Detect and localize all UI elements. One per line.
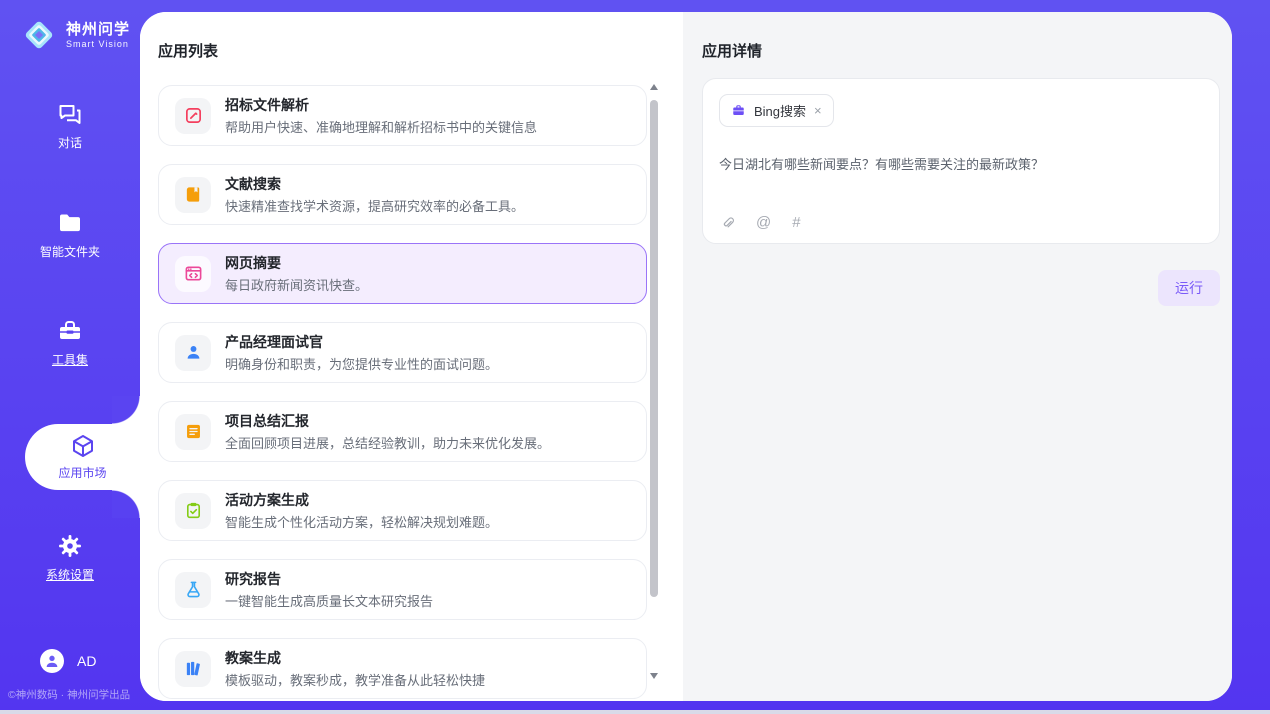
app-card-description: 全面回顾项目进展，总结经验教训，助力未来优化发展。	[225, 433, 550, 452]
prompt-card: Bing搜索 × 今日湖北有哪些新闻要点？有哪些需要关注的最新政策？ @ #	[702, 78, 1220, 244]
brand-diamond-icon	[20, 16, 58, 54]
sidebar-item-smart-folder[interactable]: 智能文件夹	[0, 210, 140, 260]
app-detail-panel: 应用详情 Bing搜索 × 今日湖北有哪些新闻要点？有哪些需要关注的最新政策？ …	[683, 12, 1232, 701]
sidebar-item-toolset[interactable]: 工具集	[0, 318, 140, 368]
app-card-title: 项目总结汇报	[225, 412, 550, 430]
mention-icon[interactable]: @	[756, 215, 771, 230]
sidebar-item-app-market[interactable]: 应用市场	[25, 424, 140, 490]
sidebar-item-label: 对话	[58, 134, 82, 151]
sidebar-item-label: 工具集	[52, 351, 88, 368]
app-card-description: 帮助用户快速、准确地理解和解析招标书中的关键信息	[225, 117, 537, 136]
chat-icon	[57, 101, 83, 127]
app-card-description: 明确身份和职责，为您提供专业性的面试问题。	[225, 354, 498, 373]
brand-subtitle: Smart Vision	[66, 39, 130, 49]
app-detail-title: 应用详情	[702, 40, 1220, 61]
app-card[interactable]: 文献搜索快速精准查找学术资源，提高研究效率的必备工具。	[158, 164, 647, 225]
main-content: 应用列表 招标文件解析帮助用户快速、准确地理解和解析招标书中的关键信息文献搜索快…	[140, 12, 1232, 701]
app-list-panel: 应用列表 招标文件解析帮助用户快速、准确地理解和解析招标书中的关键信息文献搜索快…	[140, 12, 683, 701]
tool-chip-label: Bing搜索	[754, 101, 806, 120]
app-card-title: 网页摘要	[225, 254, 368, 272]
app-card[interactable]: 研究报告一键智能生成高质量长文本研究报告	[158, 559, 647, 620]
run-button[interactable]: 运行	[1158, 270, 1220, 306]
report-note-icon	[175, 414, 211, 450]
sidebar-item-settings[interactable]: 系统设置	[0, 533, 140, 583]
attachment-icon[interactable]	[720, 215, 735, 230]
active-tab-curve-bottom	[112, 490, 140, 518]
app-card-description: 智能生成个性化活动方案，轻松解决规划难题。	[225, 512, 498, 531]
toolbox-icon	[57, 318, 83, 344]
interviewer-icon	[175, 335, 211, 371]
tool-chip-bing-search[interactable]: Bing搜索 ×	[719, 94, 834, 127]
user-account[interactable]: AD	[40, 649, 96, 673]
sidebar-item-label: 应用市场	[58, 464, 106, 481]
app-card-description: 一键智能生成高质量长文本研究报告	[225, 591, 433, 610]
app-card-list: 招标文件解析帮助用户快速、准确地理解和解析招标书中的关键信息文献搜索快速精准查找…	[158, 85, 647, 701]
gear-icon	[57, 533, 83, 559]
sidebar-item-label: 智能文件夹	[40, 243, 100, 260]
books-icon	[175, 651, 211, 687]
active-tab-curve-top	[112, 396, 140, 424]
app-list-scrollbar	[650, 82, 658, 681]
scroll-down-icon[interactable]	[650, 673, 658, 679]
research-icon	[175, 572, 211, 608]
sidebar: 神州问学 Smart Vision 对话 智能文件夹 工具集 应用市场	[0, 0, 140, 714]
app-card-description: 每日政府新闻资讯快查。	[225, 275, 368, 294]
query-input[interactable]: 今日湖北有哪些新闻要点？有哪些需要关注的最新政策？	[719, 154, 1203, 173]
app-card[interactable]: 活动方案生成智能生成个性化活动方案，轻松解决规划难题。	[158, 480, 647, 541]
app-card-title: 产品经理面试官	[225, 333, 498, 351]
brand-logo: 神州问学 Smart Vision	[20, 16, 130, 54]
user-name: AD	[77, 653, 96, 669]
app-card-description: 模板驱动，教案秒成，教学准备从此轻松快捷	[225, 670, 485, 689]
avatar	[40, 649, 64, 673]
scrollbar-thumb[interactable]	[650, 100, 658, 597]
copyright-text: ©神州数码 · 神州问学出品	[8, 687, 130, 702]
app-card[interactable]: 教案生成模板驱动，教案秒成，教学准备从此轻松快捷	[158, 638, 647, 699]
edit-doc-icon	[175, 98, 211, 134]
sidebar-item-chat[interactable]: 对话	[0, 101, 140, 151]
app-card[interactable]: 网页摘要每日政府新闻资讯快查。	[158, 243, 647, 304]
scroll-up-icon[interactable]	[650, 84, 658, 90]
clipboard-check-icon	[175, 493, 211, 529]
sidebar-item-label: 系统设置	[46, 566, 94, 583]
app-card-description: 快速精准查找学术资源，提高研究效率的必备工具。	[225, 196, 524, 215]
briefcase-icon	[731, 103, 746, 118]
app-card-title: 活动方案生成	[225, 491, 498, 509]
input-toolbar: @ #	[720, 215, 801, 230]
hashtag-icon[interactable]: #	[792, 215, 800, 230]
app-card-title: 招标文件解析	[225, 96, 537, 114]
app-card-title: 教案生成	[225, 649, 485, 667]
app-card-title: 文献搜索	[225, 175, 524, 193]
person-icon	[44, 653, 60, 669]
app-list-title: 应用列表	[158, 40, 218, 61]
folder-icon	[57, 210, 83, 236]
brand-name: 神州问学	[66, 21, 130, 39]
chip-close-icon[interactable]: ×	[814, 104, 822, 117]
webpage-icon	[175, 256, 211, 292]
app-card[interactable]: 招标文件解析帮助用户快速、准确地理解和解析招标书中的关键信息	[158, 85, 647, 146]
app-card-title: 研究报告	[225, 570, 433, 588]
book-icon	[175, 177, 211, 213]
app-card[interactable]: 产品经理面试官明确身份和职责，为您提供专业性的面试问题。	[158, 322, 647, 383]
cube-icon	[70, 433, 96, 459]
bottom-edge-line	[0, 710, 1270, 714]
app-card[interactable]: 项目总结汇报全面回顾项目进展，总结经验教训，助力未来优化发展。	[158, 401, 647, 462]
